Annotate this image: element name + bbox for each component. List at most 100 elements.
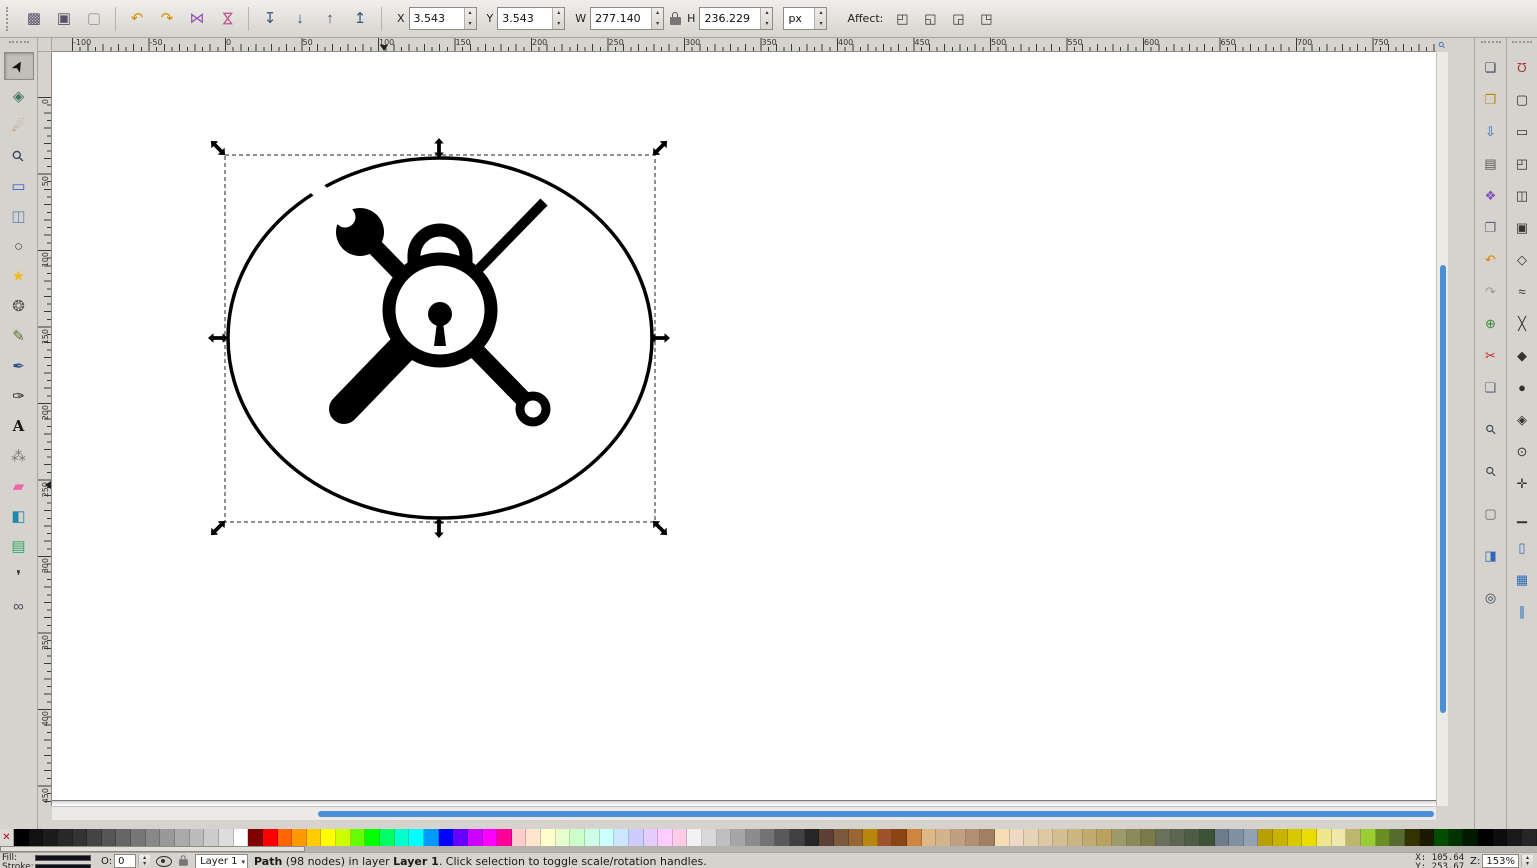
zoom-spinner[interactable]: ▴ ▾ <box>1521 855 1533 867</box>
palette-swatch[interactable] <box>306 829 322 846</box>
palette-swatch[interactable] <box>819 829 834 846</box>
palette-swatch[interactable] <box>599 829 615 846</box>
palette-swatch[interactable] <box>936 829 951 846</box>
pen-tool[interactable]: ✒ <box>4 352 34 380</box>
ellipse-tool[interactable]: ○ <box>4 232 34 260</box>
palette-swatch[interactable] <box>43 829 58 846</box>
palette-swatch[interactable] <box>1463 829 1479 846</box>
palette-swatch[interactable] <box>453 829 468 846</box>
y-coordinate-value[interactable]: 3.543 <box>498 8 552 29</box>
palette-swatch[interactable] <box>1258 829 1274 846</box>
palette-swatch[interactable] <box>409 829 424 846</box>
palette-swatch[interactable] <box>189 829 205 846</box>
palette-swatch[interactable] <box>541 829 556 846</box>
snap-bbox-midpoints-button[interactable]: ◫ <box>1509 183 1535 207</box>
palette-swatch[interactable] <box>951 829 966 846</box>
scale-handle-se[interactable] <box>649 517 671 539</box>
horizontal-scrollbar[interactable] <box>52 806 1436 820</box>
snap-page-border-button[interactable]: ▯ <box>1509 535 1535 559</box>
palette-swatch[interactable] <box>789 829 805 846</box>
scale-handle-s[interactable] <box>434 518 444 538</box>
palette-swatch[interactable] <box>87 829 102 846</box>
fill-stroke-dialog-button[interactable]: ◨ <box>1478 543 1504 567</box>
palette-swatch[interactable] <box>1390 829 1405 846</box>
palette-swatch[interactable] <box>1068 829 1083 846</box>
zoom-drawing-button[interactable]: ⚲ <box>1478 417 1504 441</box>
spin-down-icon[interactable]: ▾ <box>652 19 663 30</box>
y-spinner[interactable]: ▴ ▾ <box>552 8 565 30</box>
tweak-tool[interactable]: ☄ <box>4 112 34 140</box>
snap-bbox-centers-button[interactable]: ▣ <box>1509 215 1535 239</box>
palette-swatch[interactable] <box>497 829 512 846</box>
palette-swatch[interactable] <box>1185 829 1200 846</box>
snap-paths-button[interactable]: ≈ <box>1509 279 1535 303</box>
palette-swatch[interactable] <box>57 829 73 846</box>
vertical-scrollbar-thumb[interactable] <box>1440 265 1446 713</box>
palette-swatch[interactable] <box>716 829 732 846</box>
x-spinner[interactable]: ▴ ▾ <box>463 8 476 30</box>
palette-swatch[interactable] <box>350 829 366 846</box>
sticky-zoom-button[interactable]: ⚲ <box>1436 38 1448 52</box>
palette-swatch[interactable] <box>1331 829 1347 846</box>
select-all-button[interactable]: ▩ <box>20 5 48 33</box>
palette-swatch[interactable] <box>1273 829 1288 846</box>
palette-swatch[interactable] <box>892 829 908 846</box>
palette-swatch[interactable] <box>511 829 527 846</box>
undo-button[interactable]: ↶ <box>1478 247 1504 271</box>
opacity-spinner[interactable]: ▴ ▾ <box>138 855 151 867</box>
palette-swatch[interactable] <box>760 829 776 846</box>
snap-rotation-centers-button[interactable]: ✛ <box>1509 471 1535 495</box>
snap-guides-button[interactable]: ∥ <box>1509 599 1535 623</box>
transform-corners-toggle[interactable]: ◱ <box>917 6 943 32</box>
units-dropdown[interactable]: px ▴ ▾ <box>783 7 828 30</box>
palette-swatch[interactable] <box>1360 829 1376 846</box>
palette-swatch[interactable] <box>72 829 88 846</box>
palette-swatch[interactable] <box>965 829 981 846</box>
vertical-ruler[interactable]: 0 50 100 150 200 250 300 350 400 450 <box>38 52 52 806</box>
palette-swatch[interactable] <box>1229 829 1244 846</box>
snap-nodes-button[interactable]: ◇ <box>1509 247 1535 271</box>
palette-swatch[interactable] <box>994 829 1010 846</box>
palette-swatch[interactable] <box>907 829 922 846</box>
palette-swatch[interactable] <box>1214 829 1230 846</box>
fill-color-swatch[interactable] <box>35 855 91 861</box>
layer-lock-icon[interactable] <box>179 855 188 866</box>
zoom-tool[interactable]: ⚲ <box>4 142 34 170</box>
palette-swatch[interactable] <box>1141 829 1156 846</box>
palette-swatch[interactable] <box>1448 829 1464 846</box>
transform-stroke-toggle[interactable]: ◰ <box>889 6 915 32</box>
palette-swatch[interactable] <box>248 829 263 846</box>
palette-swatch[interactable] <box>1346 829 1361 846</box>
spin-down-icon[interactable]: ▾ <box>465 19 476 30</box>
opacity-input[interactable]: 0 <box>114 854 137 868</box>
save-document-button[interactable]: ⇩ <box>1478 119 1504 143</box>
palette-swatch[interactable] <box>292 829 307 846</box>
units-value[interactable]: px <box>784 8 814 29</box>
snap-intersections-button[interactable]: ╳ <box>1509 311 1535 335</box>
palette-swatch[interactable] <box>1243 829 1259 846</box>
spin-down-icon[interactable]: ▾ <box>553 19 564 30</box>
flip-horizontal-button[interactable]: ⋈ <box>183 5 211 33</box>
spin-up-icon[interactable]: ▴ <box>652 8 663 19</box>
palette-swatch[interactable] <box>921 829 937 846</box>
palette-swatch[interactable] <box>380 829 395 846</box>
canvas[interactable] <box>52 52 1436 806</box>
palette-swatch[interactable] <box>672 829 688 846</box>
eraser-tool[interactable]: ▰ <box>4 472 34 500</box>
palette-swatch[interactable] <box>687 829 703 846</box>
snap-bbox-button[interactable]: ▢ <box>1509 87 1535 111</box>
snap-enable-button[interactable]: Ω <box>1509 55 1535 79</box>
palette-swatch[interactable] <box>1521 829 1537 846</box>
palette-swatch[interactable] <box>1317 829 1332 846</box>
snap-bbox-corners-button[interactable]: ◰ <box>1509 151 1535 175</box>
spin-up-icon[interactable]: ▴ <box>761 8 772 19</box>
dropper-tool[interactable]: ❜ <box>4 562 34 590</box>
palette-swatch[interactable] <box>1053 829 1069 846</box>
paste-button[interactable]: ❑ <box>1478 375 1504 399</box>
height-value[interactable]: 236.229 <box>700 8 760 29</box>
box3d-tool[interactable]: ◫ <box>4 202 34 230</box>
palette-swatch[interactable] <box>1507 829 1522 846</box>
transform-gradients-toggle[interactable]: ◲ <box>945 6 971 32</box>
palette-swatch[interactable] <box>321 829 337 846</box>
snap-smooth-nodes-button[interactable]: ● <box>1509 375 1535 399</box>
